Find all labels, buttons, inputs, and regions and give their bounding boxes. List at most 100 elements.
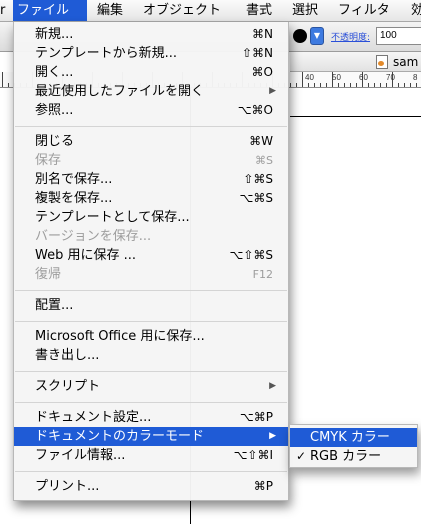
menu-item-label: テンプレートから新規... bbox=[35, 46, 178, 61]
ruler-tick bbox=[368, 83, 369, 87]
menu-item-shortcut: ⌥⌘O bbox=[237, 103, 273, 117]
ruler-label: 70 bbox=[386, 73, 395, 82]
file-menu-item[interactable]: 参照... ⌥⌘O bbox=[14, 101, 288, 120]
ruler-tick bbox=[302, 72, 303, 87]
menu-effects[interactable]: 効 bbox=[407, 0, 421, 21]
opacity-label: 不透明度: bbox=[331, 33, 371, 43]
menu-edit[interactable]: 編集 bbox=[93, 0, 127, 21]
menu-item-label: 開く... bbox=[35, 65, 74, 80]
ruler-tick bbox=[8, 83, 9, 87]
file-menu-item[interactable]: 最近使用したファイルを開く ▶ bbox=[14, 82, 288, 101]
ruler-tick bbox=[380, 83, 381, 87]
file-menu-item: 復帰 F12 bbox=[14, 265, 288, 284]
ruler-tick bbox=[314, 83, 315, 87]
ruler-tick bbox=[374, 83, 375, 87]
ruler-tick bbox=[386, 83, 387, 87]
file-menu-item[interactable]: ファイル情報... ⌥⇧⌘I bbox=[14, 446, 288, 465]
ruler-tick bbox=[350, 83, 351, 87]
submenu-arrow-icon: ▶ bbox=[269, 381, 276, 391]
menu-item-label: Web 用に保存 ... bbox=[35, 248, 137, 263]
menu-item-label: 複製を保存... bbox=[35, 191, 113, 206]
menu-item-shortcut: F12 bbox=[252, 268, 273, 281]
file-menu-item[interactable]: Microsoft Office 用に保存... bbox=[14, 327, 288, 346]
menu-item-shortcut: ⇧⌘N bbox=[241, 46, 273, 60]
menu-item-label: 別名で保存... bbox=[35, 172, 113, 187]
stroke-color-swatch[interactable] bbox=[293, 29, 307, 43]
menu-item-shortcut: ⌘P bbox=[253, 479, 273, 493]
ruler-tick bbox=[356, 83, 357, 87]
document-title: sam bbox=[393, 55, 419, 69]
menu-item-label: 保存 bbox=[35, 153, 62, 168]
file-menu-item[interactable]: 開く... ⌘O bbox=[14, 63, 288, 82]
menu-bar: r ファイル 編集 オブジェクト 書式 選択 フィルタ 効 bbox=[0, 0, 421, 22]
ruler-tick bbox=[320, 83, 321, 87]
menu-item-label: 閉じる bbox=[35, 134, 75, 149]
menu-item-shortcut: ⌘S bbox=[255, 154, 273, 167]
file-menu-item[interactable]: 閉じる ⌘W bbox=[14, 132, 288, 151]
ruler-tick bbox=[338, 83, 339, 87]
file-menu-item[interactable]: テンプレートとして保存... bbox=[14, 208, 288, 227]
file-menu: 新規... ⌘N テンプレートから新規... ⇧⌘N 開く... ⌘O 最近使用したファイル… bbox=[13, 22, 289, 501]
ruler-label: 50 bbox=[332, 73, 341, 82]
menu-separator bbox=[14, 365, 288, 377]
opacity-input[interactable]: 100 bbox=[376, 27, 421, 45]
color-mode-label: RGB カラー bbox=[310, 449, 382, 464]
ruler-tick bbox=[416, 83, 417, 87]
menu-item-shortcut: ⌥⌘P bbox=[239, 410, 273, 424]
menu-item-label: バージョンを保存... bbox=[35, 229, 152, 244]
menu-separator bbox=[14, 284, 288, 296]
file-menu-item[interactable]: ドキュメントのカラーモード ▶ bbox=[14, 427, 288, 446]
file-menu-item[interactable]: Web 用に保存 ... ⌥⇧⌘S bbox=[14, 246, 288, 265]
menu-item-label: ファイル情報... bbox=[35, 448, 126, 463]
menu-item-label: プリント... bbox=[35, 479, 100, 494]
menu-item-shortcut: ⌘N bbox=[252, 27, 273, 41]
menu-item-label: 配置... bbox=[35, 298, 74, 313]
menu-item-label: Microsoft Office 用に保存... bbox=[35, 329, 205, 344]
menubar-app-fragment[interactable]: r bbox=[0, 3, 5, 18]
menu-item-label: 最近使用したファイルを開く bbox=[35, 84, 205, 99]
ruler-label: 40 bbox=[305, 73, 314, 82]
menu-select[interactable]: 選択 bbox=[288, 0, 322, 21]
file-menu-item[interactable]: 新規... ⌘N bbox=[14, 25, 288, 44]
menu-filter[interactable]: フィルタ bbox=[334, 0, 394, 21]
ruler-tick bbox=[296, 83, 297, 87]
file-menu-item[interactable]: プリント... ⌘P bbox=[14, 477, 288, 496]
ruler-tick bbox=[404, 83, 405, 87]
color-mode-label: CMYK カラー bbox=[310, 430, 390, 445]
menu-item-shortcut: ⌥⇧⌘I bbox=[233, 448, 273, 462]
menu-item-label: 復帰 bbox=[35, 267, 62, 282]
color-mode-submenu: CMYK カラー ✓ RGB カラー bbox=[289, 424, 418, 468]
file-menu-item[interactable]: 複製を保存... ⌥⌘S bbox=[14, 189, 288, 208]
document-icon bbox=[376, 55, 388, 69]
menu-item-label: 書き出し... bbox=[35, 348, 100, 363]
ruler-tick bbox=[344, 83, 345, 87]
menu-item-label: ドキュメントのカラーモード bbox=[35, 429, 205, 444]
menu-item-shortcut: ⌥⌘S bbox=[239, 191, 273, 205]
file-menu-item[interactable]: スクリプト ▶ bbox=[14, 377, 288, 396]
menu-separator bbox=[14, 120, 288, 132]
file-menu-item[interactable]: ドキュメント設定... ⌥⌘P bbox=[14, 408, 288, 427]
menu-object[interactable]: オブジェクト bbox=[139, 0, 225, 21]
color-mode-item[interactable]: ✓ RGB カラー bbox=[290, 447, 417, 466]
menu-item-shortcut: ⌥⇧⌘S bbox=[229, 248, 274, 262]
ruler-tick bbox=[398, 83, 399, 87]
submenu-arrow-icon: ▶ bbox=[269, 86, 276, 96]
menu-format[interactable]: 書式 bbox=[242, 0, 276, 21]
menu-item-shortcut: ⌘W bbox=[249, 134, 273, 148]
ruler-tick bbox=[326, 83, 327, 87]
menu-item-label: スクリプト bbox=[35, 379, 101, 394]
file-menu-item[interactable]: 書き出し... bbox=[14, 346, 288, 365]
ruler-tick bbox=[2, 72, 3, 87]
ruler-tick bbox=[410, 83, 411, 87]
file-menu-item[interactable]: 別名で保存... ⇧⌘S bbox=[14, 170, 288, 189]
file-menu-item: 保存 ⌘S bbox=[14, 151, 288, 170]
menu-file[interactable]: ファイル bbox=[13, 0, 87, 21]
menu-item-label: 新規... bbox=[35, 27, 74, 42]
file-menu-item[interactable]: 配置... bbox=[14, 296, 288, 315]
file-menu-item[interactable]: テンプレートから新規... ⇧⌘N bbox=[14, 44, 288, 63]
menu-item-shortcut: ⇧⌘S bbox=[243, 172, 273, 186]
color-mode-item[interactable]: CMYK カラー bbox=[290, 428, 417, 447]
color-dropdown-arrow-icon[interactable]: ▼ bbox=[310, 27, 324, 45]
menu-item-label: テンプレートとして保存... bbox=[35, 210, 190, 225]
ruler-tick bbox=[308, 83, 309, 87]
